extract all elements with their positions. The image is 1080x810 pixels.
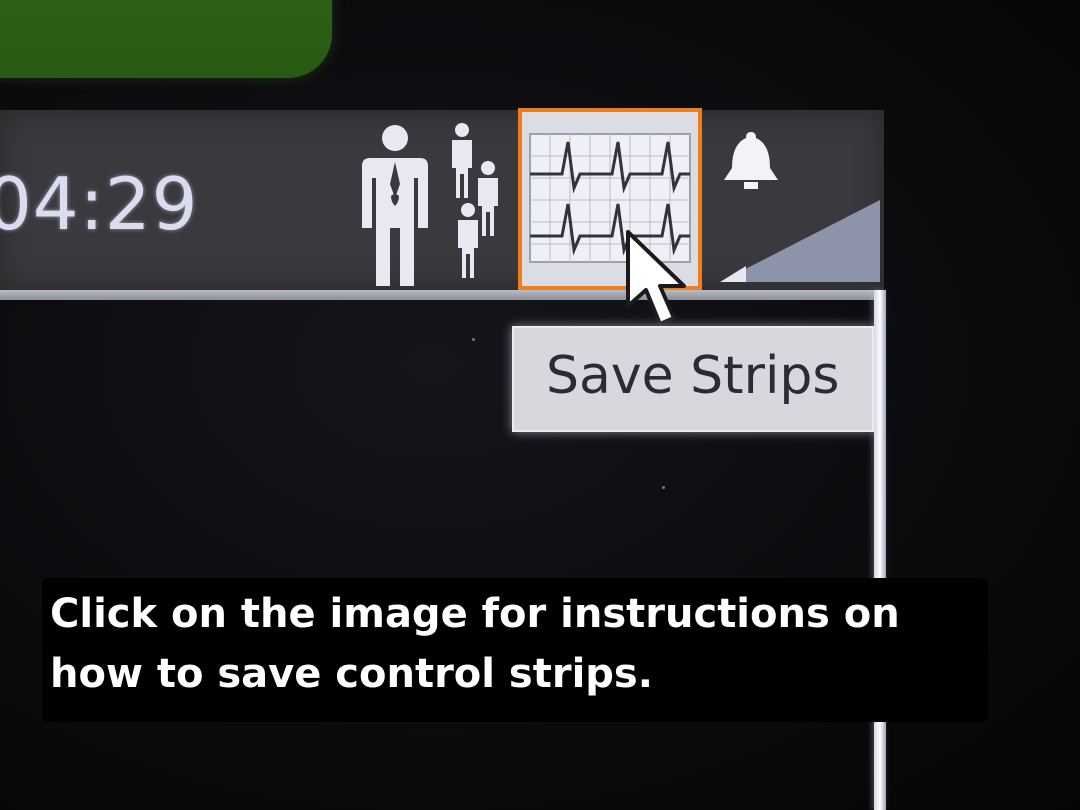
screen-speck bbox=[472, 338, 475, 341]
caption-text: Click on the image for instructions on h… bbox=[50, 591, 900, 697]
panel-border bbox=[874, 290, 886, 810]
patient-group-icon[interactable] bbox=[440, 120, 510, 280]
clock-time: 04:29 bbox=[0, 162, 199, 246]
mouse-cursor bbox=[626, 230, 686, 326]
screen: 04:29 Save Strips Click on the image for… bbox=[0, 0, 1080, 810]
screen-speck bbox=[662, 486, 665, 489]
green-tab[interactable] bbox=[0, 0, 332, 78]
tooltip: Save Strips bbox=[512, 326, 874, 432]
toolbar-divider bbox=[0, 290, 884, 300]
patient-icon[interactable] bbox=[350, 118, 440, 290]
tooltip-label: Save Strips bbox=[546, 346, 840, 406]
caption-overlay[interactable]: Click on the image for instructions on h… bbox=[42, 578, 988, 722]
alarm-bell-icon[interactable] bbox=[718, 128, 784, 192]
signal-strength-icon bbox=[720, 200, 880, 282]
